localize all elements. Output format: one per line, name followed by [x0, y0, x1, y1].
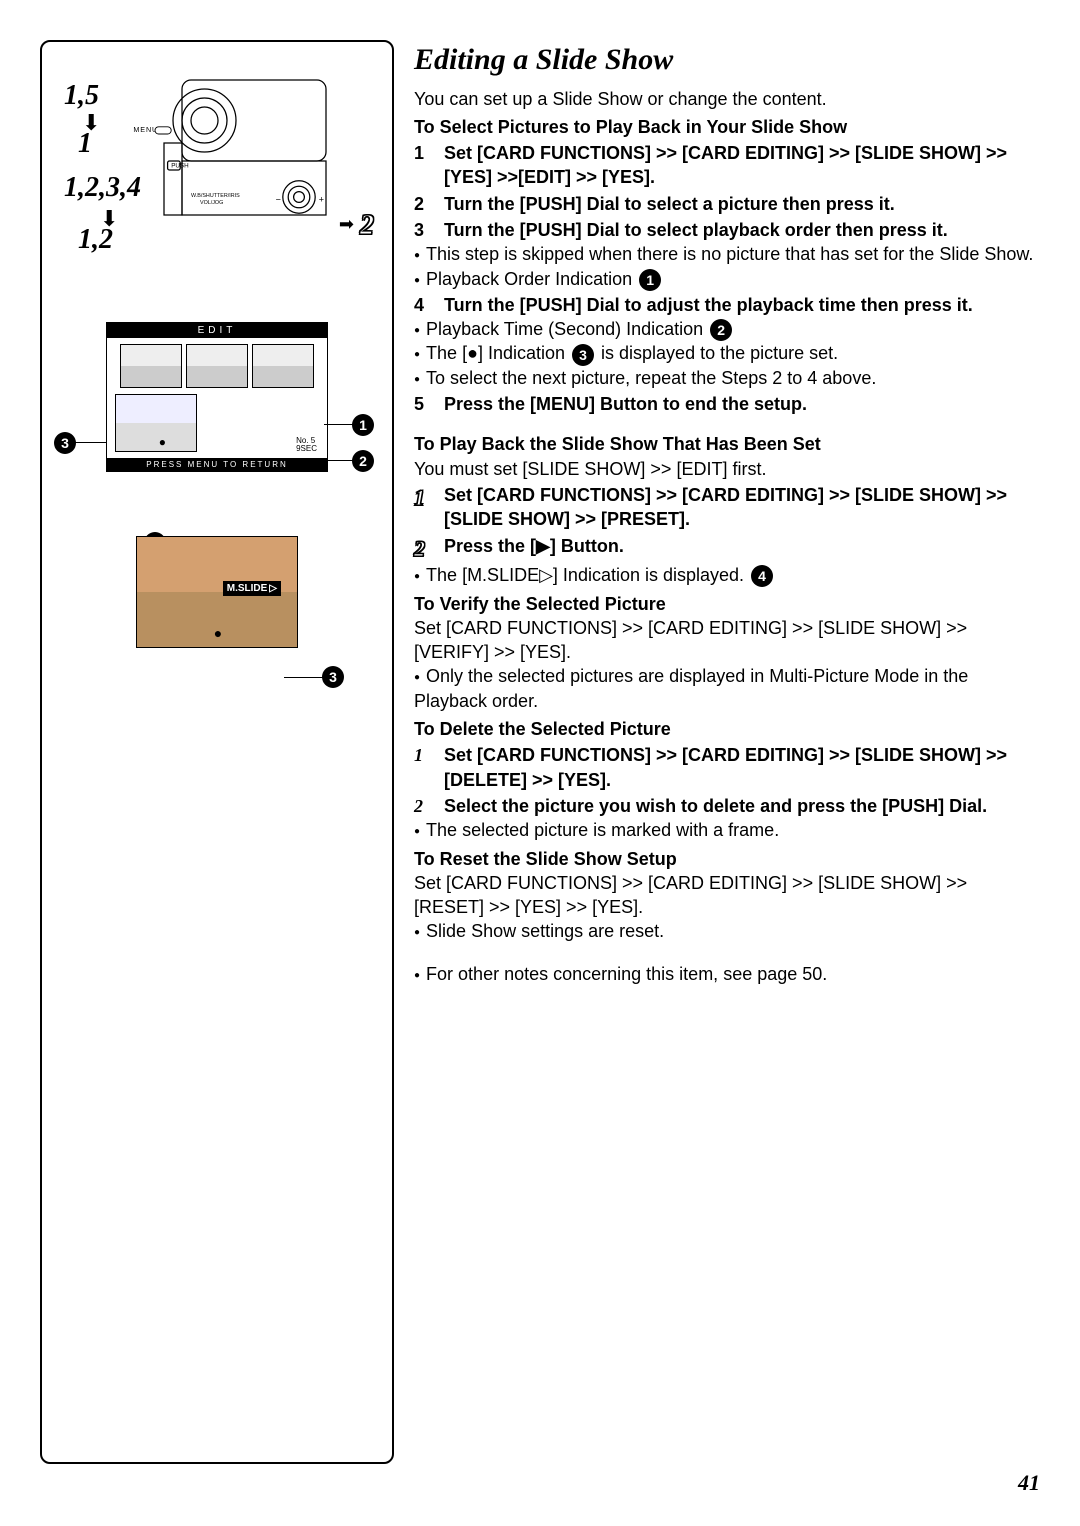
step-text: Select the picture you wish to delete an…	[444, 794, 987, 818]
section-heading-delete: To Delete the Selected Picture	[414, 717, 1040, 741]
callout-2: 2	[352, 450, 374, 472]
step-text: Press the [MENU] Button to end the setup…	[444, 392, 807, 416]
note-text: Playback Time (Second) Indication 2	[414, 317, 1040, 341]
thumbnail-large: ●	[115, 394, 197, 452]
instruction-column: Editing a Slide Show You can set up a Sl…	[414, 40, 1040, 1464]
thumbnail	[120, 344, 182, 388]
footnote: For other notes concerning this item, se…	[414, 962, 1040, 986]
arrow-right-icon: ➡	[339, 214, 354, 235]
note-text: The [●] Indication 3 is displayed to the…	[414, 341, 1040, 365]
section-heading-verify: To Verify the Selected Picture	[414, 592, 1040, 616]
reset-text: Set [CARD FUNCTIONS] >> [CARD EDITING] >…	[414, 871, 1040, 920]
note-text: The [M.SLIDE▷] Indication is displayed. …	[414, 563, 1040, 587]
dot-indicator-icon: ●	[214, 625, 222, 641]
slide-preview-diagram: 4 M.SLIDE ● 3	[52, 536, 382, 696]
note-text: To select the next picture, repeat the S…	[414, 366, 1040, 390]
step-text: Set [CARD FUNCTIONS] >> [CARD EDITING] >…	[444, 483, 1040, 532]
svg-text:PUSH: PUSH	[171, 162, 189, 169]
callout-3: 3	[54, 432, 76, 454]
step-text: Set [CARD FUNCTIONS] >> [CARD EDITING] >…	[444, 141, 1040, 190]
playback-pre-text: You must set [SLIDE SHOW] >> [EDIT] firs…	[414, 457, 1040, 481]
edit-screen-footer: PRESS MENU TO RETURN	[107, 458, 327, 471]
step-text: Turn the [PUSH] Dial to select playback …	[444, 218, 948, 242]
note-text: The selected picture is marked with a fr…	[414, 818, 1040, 842]
callout-1-inline: 1	[639, 269, 661, 291]
step-number: 4	[414, 293, 430, 317]
step-text: Turn the [PUSH] Dial to adjust the playb…	[444, 293, 973, 317]
edit-screen-title: EDIT	[107, 323, 327, 338]
section-heading-select: To Select Pictures to Play Back in Your …	[414, 115, 1040, 139]
callout-3-inline: 3	[572, 344, 594, 366]
svg-text:VOL/JOG: VOL/JOG	[200, 200, 223, 206]
mslide-indicator: M.SLIDE	[223, 581, 281, 596]
thumbnail	[186, 344, 248, 388]
note-text: Playback Order Indication 1	[414, 267, 1040, 291]
dot-indicator-icon: ●	[159, 435, 166, 449]
callout-2-inline: 2	[710, 319, 732, 341]
step-number: 1	[414, 141, 430, 190]
no-sec-label: No. 59SEC	[296, 437, 317, 453]
verify-note: Only the selected pictures are displayed…	[414, 664, 1040, 713]
reset-note: Slide Show settings are reset.	[414, 919, 1040, 943]
step-number-outline: 2	[414, 534, 430, 564]
thumbnail	[252, 344, 314, 388]
callout-4-inline: 4	[751, 565, 773, 587]
diagram-label-1a: 1	[78, 128, 92, 160]
section-heading-playback: To Play Back the Slide Show That Has Bee…	[414, 432, 1040, 456]
page-title: Editing a Slide Show	[414, 40, 1040, 81]
verify-text: Set [CARD FUNCTIONS] >> [CARD EDITING] >…	[414, 616, 1040, 665]
callout-1: 1	[352, 414, 374, 436]
step-text: Set [CARD FUNCTIONS] >> [CARD EDITING] >…	[444, 743, 1040, 792]
step-number-italic: 2	[414, 794, 430, 818]
step-number-outline: 1	[414, 483, 430, 532]
diagram-column: 1,5 ⬇ 1 1,2,3,4 ⬇ 1,2 MENU	[40, 40, 394, 1464]
callout-3b: 3	[322, 666, 344, 688]
camera-outline-svg: MENU PUSH W.B/SHUTTER/IRIS VOL/JOG − +	[92, 62, 362, 260]
step-text: Press the [▶] Button.	[444, 534, 624, 564]
step-number-italic: 1	[414, 743, 430, 792]
section-heading-reset: To Reset the Slide Show Setup	[414, 847, 1040, 871]
intro-text: You can set up a Slide Show or change th…	[414, 87, 1040, 111]
page-number: 41	[1018, 1470, 1040, 1496]
svg-text:MENU: MENU	[133, 125, 158, 134]
diagram-outline-2: 2	[360, 210, 374, 242]
step-number: 3	[414, 218, 430, 242]
svg-text:+: +	[319, 194, 324, 204]
svg-text:−: −	[276, 194, 281, 204]
edit-screen-diagram: 3 EDIT ● No. 59SEC PRESS MENU TO RETURN …	[52, 322, 382, 502]
step-number: 5	[414, 392, 430, 416]
camera-diagram: 1,5 ⬇ 1 1,2,3,4 ⬇ 1,2 MENU	[52, 62, 382, 302]
note-text: This step is skipped when there is no pi…	[414, 242, 1040, 266]
step-number: 2	[414, 192, 430, 216]
step-text: Turn the [PUSH] Dial to select a picture…	[444, 192, 895, 216]
svg-text:W.B/SHUTTER/IRIS: W.B/SHUTTER/IRIS	[191, 193, 240, 199]
